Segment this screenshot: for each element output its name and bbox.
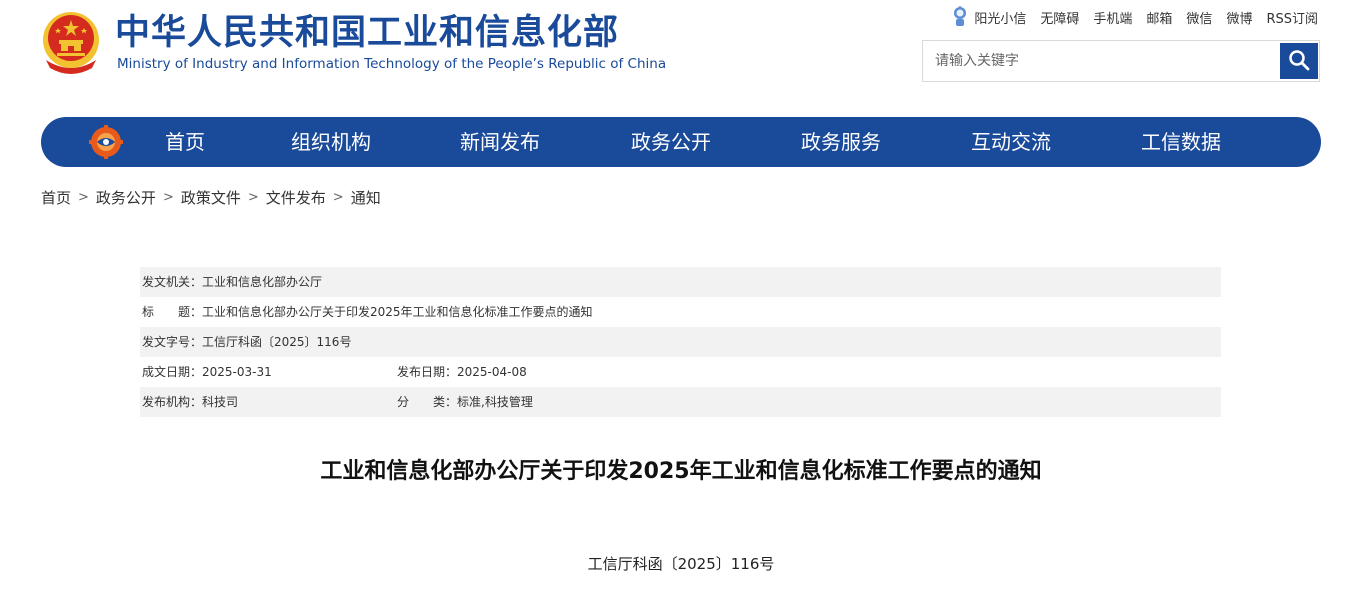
breadcrumb-home[interactable]: 首页 xyxy=(41,187,71,208)
info-title: 标 题：工业和信息化部办公厅关于印发2025年工业和信息化标准工作要点的通知 xyxy=(142,305,593,319)
chevron-right-icon: > xyxy=(162,190,174,205)
search-input[interactable] xyxy=(923,41,1280,81)
nav-item-home[interactable]: 首页 xyxy=(165,117,205,167)
robot-icon xyxy=(952,6,968,28)
breadcrumb-notice[interactable]: 通知 xyxy=(351,187,381,208)
national-emblem-icon xyxy=(40,10,102,76)
breadcrumb-doc-release[interactable]: 文件发布 xyxy=(266,187,326,208)
search-icon xyxy=(1288,49,1310,74)
nav-item-data[interactable]: 工信数据 xyxy=(1141,117,1221,167)
chevron-right-icon: > xyxy=(247,190,259,205)
info-row-doc-no: 发文字号：工信厅科函〔2025〕116号 xyxy=(140,327,1221,357)
article-doc-number: 工信厅科函〔2025〕116号 xyxy=(587,555,775,573)
site-title: 中华人民共和国工业和信息化部 xyxy=(115,13,620,53)
toplink-weibo[interactable]: 微博 xyxy=(1226,8,1252,27)
toplink-rss[interactable]: RSS订阅 xyxy=(1266,8,1318,27)
breadcrumb-gov-affairs[interactable]: 政务公开 xyxy=(96,187,156,208)
search-box xyxy=(922,40,1320,82)
info-row-dates: 成文日期：2025-03-31 发布日期：2025-04-08 xyxy=(140,357,1221,387)
info-doc-no: 发文字号：工信厅科函〔2025〕116号 xyxy=(142,335,352,349)
info-row-org: 发布机构：科技司 分 类：标准,科技管理 xyxy=(140,387,1221,417)
chevron-right-icon: > xyxy=(78,190,89,205)
toplink-sunshine[interactable]: 阳光小信 xyxy=(952,6,1026,28)
info-category: 分 类：标准,科技管理 xyxy=(397,395,533,409)
top-links: 阳光小信 无障碍 手机端 邮箱 微信 微博 RSS订阅 xyxy=(952,6,1318,28)
toplink-mail[interactable]: 邮箱 xyxy=(1146,8,1172,27)
nav-item-gov-affairs[interactable]: 政务公开 xyxy=(631,117,711,167)
ministry-logo-icon xyxy=(89,125,123,159)
article-title: 工业和信息化部办公厅关于印发2025年工业和信息化标准工作要点的通知 xyxy=(320,459,1042,484)
breadcrumb: 首页 > 政务公开 > 政策文件 > 文件发布 > 通知 xyxy=(41,187,381,208)
info-issuer: 发文机关：工业和信息化部办公厅 xyxy=(142,275,323,289)
search-button[interactable] xyxy=(1280,43,1318,79)
info-published-date: 发布日期：2025-04-08 xyxy=(397,365,527,379)
nav-item-organization[interactable]: 组织机构 xyxy=(291,117,371,167)
nav-item-gov-services[interactable]: 政务服务 xyxy=(801,117,881,167)
breadcrumb-policy-docs[interactable]: 政策文件 xyxy=(181,187,241,208)
site-subtitle: Ministry of Industry and Information Tec… xyxy=(117,56,667,72)
chevron-right-icon: > xyxy=(332,190,344,205)
info-row-issuer: 发文机关：工业和信息化部办公厅 xyxy=(140,267,1221,297)
toplink-mobile[interactable]: 手机端 xyxy=(1093,8,1132,27)
toplink-accessibility[interactable]: 无障碍 xyxy=(1040,8,1079,27)
toplink-wechat[interactable]: 微信 xyxy=(1186,8,1212,27)
info-org: 发布机构：科技司 xyxy=(142,395,239,409)
document-info-table: 发文机关：工业和信息化部办公厅 标 题：工业和信息化部办公厅关于印发2025年工… xyxy=(140,267,1221,417)
info-row-title: 标 题：工业和信息化部办公厅关于印发2025年工业和信息化标准工作要点的通知 xyxy=(140,297,1221,327)
info-created-date: 成文日期：2025-03-31 xyxy=(142,365,272,379)
nav-item-interaction[interactable]: 互动交流 xyxy=(971,117,1051,167)
nav-item-news[interactable]: 新闻发布 xyxy=(460,117,540,167)
main-nav: 首页 组织机构 新闻发布 政务公开 政务服务 互动交流 工信数据 xyxy=(41,117,1321,167)
